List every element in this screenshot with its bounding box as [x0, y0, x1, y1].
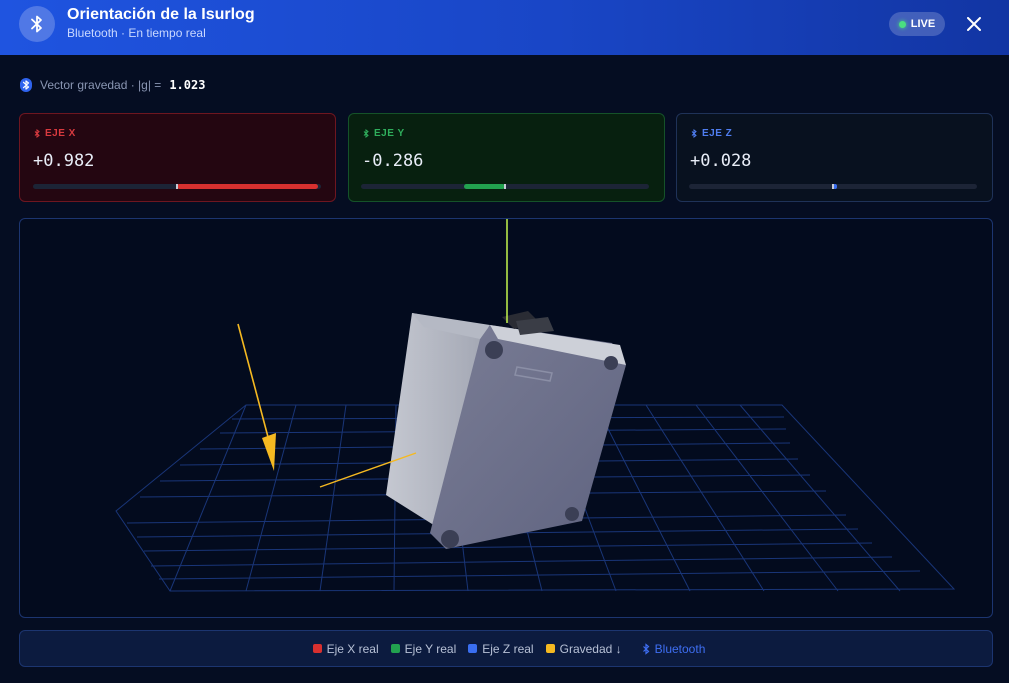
3d-viewport[interactable]: [19, 218, 993, 618]
orientation-dialog: Orientación de la Isurlog Bluetooth · En…: [0, 0, 1009, 683]
axis-bar: [689, 184, 977, 189]
legend-label: Bluetooth: [654, 641, 706, 656]
axis-label: EJE Z: [691, 128, 732, 139]
legend-item-gravity: Gravedad ↓: [545, 641, 622, 656]
axis-bar-center-tick: [832, 184, 834, 189]
gravity-vector-label: Vector gravedad · |g| =: [40, 78, 162, 92]
legend-item-bluetooth: Bluetooth: [642, 641, 706, 656]
axis-card-y: EJE Y -0.286: [348, 113, 665, 202]
axis-value: +0.028: [690, 151, 752, 171]
legend-label: Gravedad ↓: [559, 641, 622, 656]
device-model: [386, 311, 626, 549]
legend-label: Eje X real: [326, 641, 379, 656]
axis-label-text: EJE Y: [374, 128, 405, 139]
axis-card-z: EJE Z +0.028: [676, 113, 993, 202]
bluetooth-icon: [642, 642, 650, 655]
axis-label-text: EJE X: [45, 128, 76, 139]
legend-swatch-y: [390, 644, 400, 653]
gravity-vector-readout: Vector gravedad · |g| = 1.023: [20, 77, 205, 93]
legend-item-y: Eje Y real: [390, 641, 457, 656]
bluetooth-icon: [363, 129, 369, 138]
axis-card-x: EJE X +0.982: [19, 113, 336, 202]
legend-item-z: Eje Z real: [468, 641, 534, 656]
dialog-title: Orientación de la Isurlog: [67, 6, 255, 23]
legend-item-x: Eje X real: [312, 641, 379, 656]
axis-bar: [33, 184, 321, 189]
bluetooth-icon: [691, 129, 697, 138]
live-dot-icon: [898, 20, 906, 28]
axis-label: EJE Y: [363, 128, 405, 139]
bluetooth-icon: [19, 6, 55, 42]
legend-swatch-x: [312, 644, 322, 653]
live-label: LIVE: [910, 18, 936, 30]
dialog-header: Orientación de la Isurlog Bluetooth · En…: [0, 0, 1009, 55]
bluetooth-icon: [34, 129, 40, 138]
legend-label: Eje Z real: [482, 641, 534, 656]
axis-value: +0.982: [33, 151, 95, 171]
close-button[interactable]: [962, 12, 986, 36]
axis-bar-fill: [463, 184, 505, 189]
legend-swatch-gravity: [545, 644, 555, 653]
axis-bar-center-tick: [176, 184, 178, 189]
gravity-vector-value: 1.023: [169, 78, 206, 92]
axis-label-text: EJE Z: [702, 128, 733, 139]
bluetooth-icon: [20, 78, 32, 92]
axis-bar-fill: [177, 184, 319, 189]
legend-swatch-z: [468, 644, 478, 653]
axis-bar: [361, 184, 649, 189]
axis-bar-center-tick: [504, 184, 506, 189]
close-icon: [967, 17, 981, 31]
dialog-subtitle: Bluetooth · En tiempo real: [67, 26, 206, 40]
legend-bar: Eje X real Eje Y real Eje Z real Graveda…: [19, 630, 993, 667]
axis-label: EJE X: [34, 128, 76, 139]
3d-scene: [115, 219, 956, 592]
legend-label: Eje Y real: [404, 641, 457, 656]
axis-value: -0.286: [362, 151, 424, 171]
live-badge: LIVE: [889, 12, 945, 36]
